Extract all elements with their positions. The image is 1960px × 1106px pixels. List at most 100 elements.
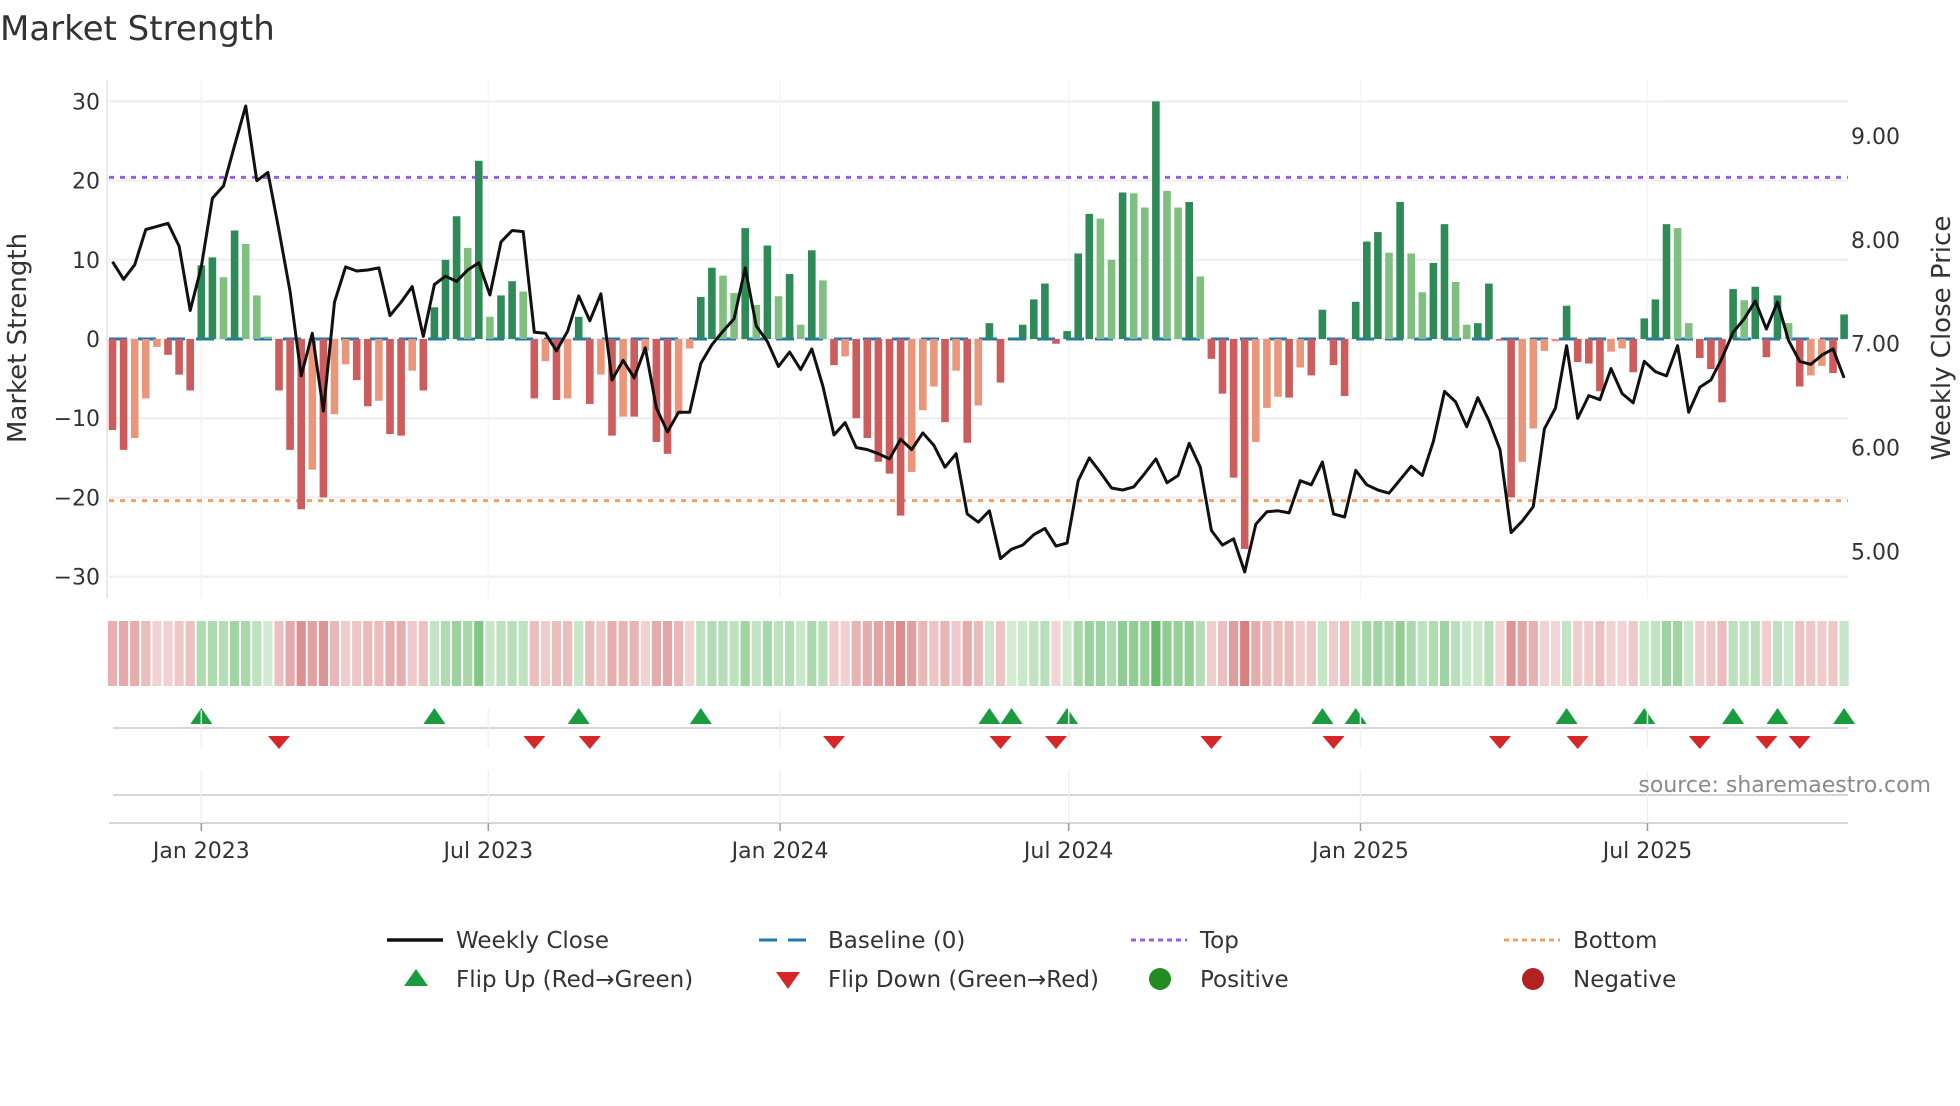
flip-down-marker: [1322, 736, 1345, 749]
strength-bar: [219, 277, 228, 339]
heat-cell: [285, 621, 295, 686]
strength-bar: [1374, 232, 1382, 339]
heat-cell: [418, 621, 428, 686]
heat-cell: [1684, 621, 1694, 686]
strength-bar: [430, 307, 439, 339]
heat-cell: [718, 621, 728, 686]
strength-bar: [1607, 339, 1615, 352]
heat-cell: [751, 621, 761, 686]
heat-cell: [252, 621, 262, 686]
heat-cell: [1362, 621, 1372, 686]
flip-down-marker: [523, 736, 546, 749]
strength-bar: [974, 339, 983, 406]
strength-bar: [1141, 207, 1149, 339]
heat-cell: [607, 621, 617, 686]
right-tick-label: 8.00: [1851, 229, 1900, 254]
heat-cell: [1717, 621, 1727, 686]
strength-bar: [796, 324, 805, 339]
heat-cell: [174, 621, 184, 686]
heat-cell: [1040, 621, 1050, 686]
flip-up-marker: [1000, 708, 1023, 724]
strength-bar: [586, 339, 594, 404]
left-tick-label: 30: [72, 90, 100, 115]
heat-cell: [896, 621, 906, 686]
strength-bar: [153, 339, 161, 347]
heat-cell: [1650, 621, 1660, 686]
circle-icon: [1149, 968, 1171, 990]
heat-cell: [1706, 621, 1716, 686]
strength-bar: [1307, 339, 1316, 376]
x-tick-label: Jul 2023: [442, 839, 534, 864]
heat-cell: [1817, 621, 1827, 686]
legend-item-weekly-close: Weekly Close: [387, 928, 609, 954]
heat-cell: [907, 621, 917, 686]
heat-cell: [185, 621, 195, 686]
heat-cell: [1550, 621, 1561, 686]
flip-up-marker: [567, 708, 590, 724]
strength-bar: [230, 230, 239, 339]
legend-label: Negative: [1573, 967, 1676, 993]
heat-cell: [862, 621, 872, 686]
strength-bar: [108, 339, 117, 431]
heat-cell: [241, 621, 251, 686]
strength-bar: [819, 280, 827, 339]
heat-cell: [352, 621, 362, 686]
strength-bar: [1585, 339, 1593, 364]
strength-bar: [563, 339, 572, 399]
strength-bar: [264, 336, 272, 339]
strength-bar: [441, 259, 450, 339]
heat-cell: [773, 621, 784, 686]
heat-cell: [1062, 621, 1072, 686]
legend-label: Positive: [1200, 967, 1289, 993]
strength-bar: [463, 247, 472, 339]
strength-bar: [475, 160, 483, 339]
strength-bar: [286, 339, 294, 450]
flip-up-marker: [1056, 708, 1079, 724]
heat-cell: [1795, 621, 1805, 686]
strength-bar: [1218, 339, 1227, 394]
legend-item-baseline: Baseline (0): [759, 928, 965, 954]
strength-bar: [907, 339, 916, 473]
strength-bar: [1751, 286, 1760, 339]
strength-bar: [852, 339, 860, 419]
triangle-down-icon: [776, 972, 800, 989]
heat-cell: [940, 621, 950, 686]
source-note: source: sharemaestro.com: [1638, 773, 1931, 798]
heat-cell: [1173, 621, 1183, 686]
flip-down-marker: [1566, 736, 1589, 749]
strength-bar: [619, 339, 627, 417]
heat-cell: [807, 621, 817, 686]
heat-cell: [1417, 621, 1427, 686]
x-tick-label: Jan 2023: [151, 839, 250, 864]
strength-bar: [1285, 339, 1293, 398]
heat-cell: [973, 621, 983, 686]
heat-cell: [1317, 621, 1327, 686]
heat-cell: [1240, 621, 1250, 686]
heat-cell: [1617, 621, 1627, 686]
strength-bar: [1163, 190, 1171, 339]
strength-bar: [1329, 339, 1338, 366]
flip-down-marker: [1688, 736, 1711, 749]
heat-cell: [1229, 621, 1239, 686]
flip-up-marker: [978, 708, 1001, 724]
legend-label: Flip Down (Green→Red): [828, 967, 1099, 993]
heat-cell: [318, 621, 328, 686]
strength-bar: [941, 339, 949, 423]
strength-bar: [763, 245, 772, 339]
strength-bar: [1673, 228, 1682, 339]
heat-cell: [674, 621, 684, 686]
heat-cell: [119, 621, 129, 686]
flip-down-marker: [1045, 736, 1067, 749]
heat-cell: [707, 621, 717, 686]
strength-bar: [1762, 339, 1771, 358]
strength-bar: [364, 339, 372, 407]
heat-cell: [1506, 621, 1516, 686]
strength-bar: [1185, 201, 1193, 339]
right-axis: 9.00 8.00 7.00 6.00 5.00: [1851, 125, 1900, 565]
heat-cell: [1606, 621, 1616, 686]
market-strength-chart: Market Strength 30 20 10 0 −10 −20 −30 9.00 8.0…: [0, 9, 1957, 993]
heat-cell: [1673, 621, 1683, 686]
strength-bar: [1474, 323, 1482, 339]
heat-cell: [1784, 621, 1794, 686]
heat-cell: [1828, 621, 1838, 686]
